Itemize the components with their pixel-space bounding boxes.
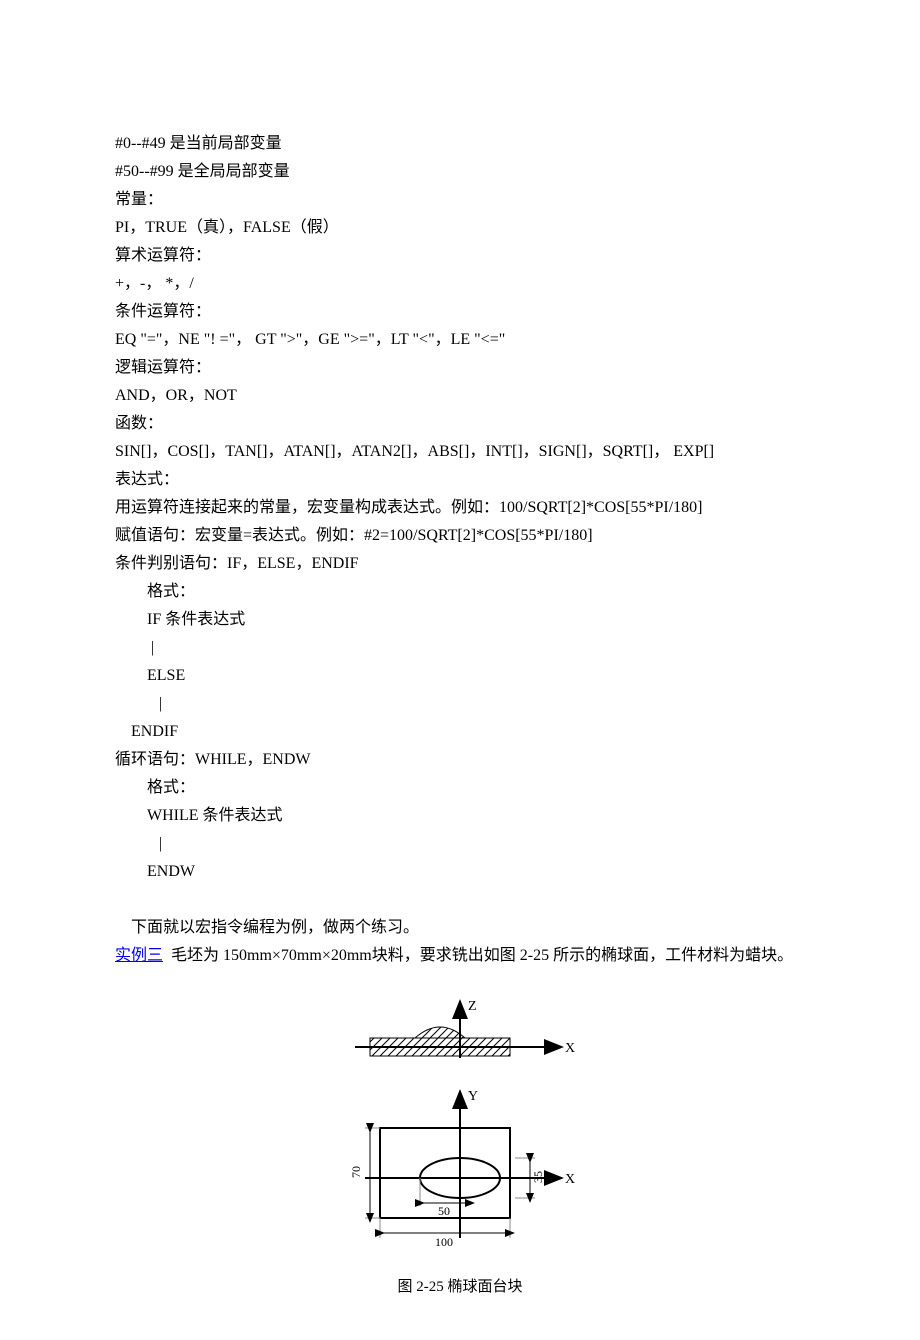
- text-line: 函数：: [115, 410, 805, 438]
- diagram-svg: Z X Y X 50: [310, 998, 610, 1258]
- dim-label: 100: [435, 1235, 453, 1249]
- text-line: #0--#49 是当前局部变量: [115, 130, 805, 158]
- text-line: #50--#99 是全局局部变量: [115, 158, 805, 186]
- text-line: 用运算符连接起来的常量，宏变量构成表达式。例如：100/SQRT[2]*COS[…: [115, 494, 805, 522]
- text-line: ENDIF: [115, 718, 805, 746]
- figure-2-25: Z X Y X 50: [115, 998, 805, 1300]
- text-line: 格式：: [115, 774, 805, 802]
- text-line: 表达式：: [115, 466, 805, 494]
- text-line: 赋值语句：宏变量=表达式。例如：#2=100/SQRT[2]*COS[55*PI…: [115, 522, 805, 550]
- dim-label: 50: [438, 1204, 450, 1218]
- top-view: Y X 50 100 70: [349, 1089, 575, 1249]
- axis-label-x2: X: [565, 1172, 575, 1187]
- dim-label: 70: [349, 1166, 363, 1178]
- example-link[interactable]: 实例三: [115, 947, 163, 964]
- axis-label-z: Z: [468, 999, 477, 1014]
- text-line: 循环语句：WHILE，ENDW: [115, 746, 805, 774]
- blank-line: [115, 886, 805, 914]
- text-line: 常量：: [115, 186, 805, 214]
- text-line: ENDW: [115, 858, 805, 886]
- text-line: PI，TRUE（真），FALSE（假）: [115, 214, 805, 242]
- text-line: ELSE: [115, 662, 805, 690]
- text-line: +，-， *，/: [115, 270, 805, 298]
- text-line: 条件运算符：: [115, 298, 805, 326]
- axis-label-x: X: [565, 1041, 575, 1056]
- text-line: 实例三 毛坯为 150mm×70mm×20mm块料，要求铣出如图 2-25 所示…: [115, 942, 805, 970]
- text-line: IF 条件表达式: [115, 606, 805, 634]
- figure-caption: 图 2-25 椭球面台块: [115, 1274, 805, 1300]
- text-line: |: [115, 634, 805, 662]
- text-line: AND，OR，NOT: [115, 382, 805, 410]
- text-line: |: [115, 690, 805, 718]
- text-line: |: [115, 830, 805, 858]
- text-line: 格式：: [115, 578, 805, 606]
- side-view: Z X: [355, 999, 575, 1058]
- text-line: SIN[]，COS[]，TAN[]，ATAN[]，ATAN2[]，ABS[]，I…: [115, 438, 805, 466]
- text-span: 毛坯为 150mm×70mm×20mm块料，要求铣出如图 2-25 所示的椭球面…: [163, 947, 793, 964]
- text-line: EQ "="，NE "! ="， GT ">"，GE ">="，LT "<"，L…: [115, 326, 805, 354]
- axis-label-y: Y: [468, 1089, 478, 1104]
- text-line: 算术运算符：: [115, 242, 805, 270]
- text-line: 条件判别语句：IF，ELSE，ENDIF: [115, 550, 805, 578]
- dim-label: 35: [531, 1171, 545, 1183]
- text-line: 逻辑运算符：: [115, 354, 805, 382]
- text-line: WHILE 条件表达式: [115, 802, 805, 830]
- text-line: 下面就以宏指令编程为例，做两个练习。: [115, 914, 805, 942]
